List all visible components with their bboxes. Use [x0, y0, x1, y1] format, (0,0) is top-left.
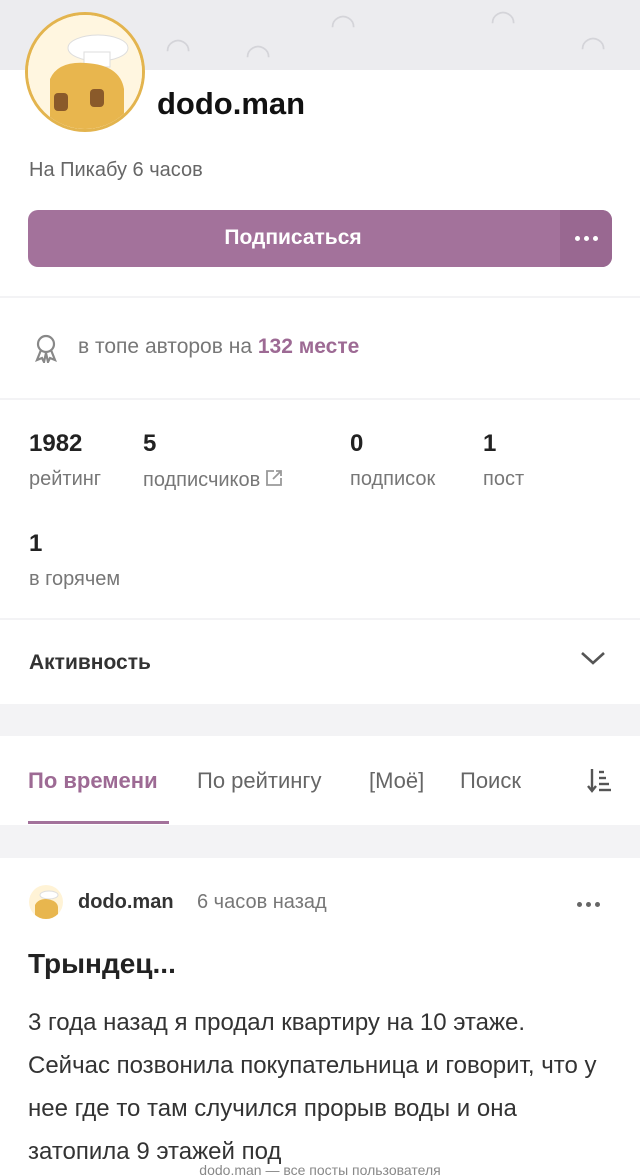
post-author-avatar[interactable]	[29, 885, 63, 919]
post-time: 6 часов назад	[197, 891, 327, 913]
active-tab-indicator	[28, 821, 169, 824]
rank-place: 132 месте	[257, 335, 360, 358]
posts-label: пост	[483, 468, 525, 490]
subscribers-label: подписчиков	[143, 469, 261, 491]
posts-value: 1	[483, 430, 497, 457]
subscribe-button[interactable]: Подписаться	[28, 210, 612, 267]
profile-stats: 1982 рейтинг 5 подписчиков 0 подписок 1 …	[0, 400, 640, 618]
subscriptions-label: подписок	[350, 468, 436, 490]
award-ribbon-icon	[32, 333, 60, 368]
tab-mine[interactable]: [Моё]	[369, 768, 424, 794]
avatar[interactable]	[25, 12, 145, 132]
post-author[interactable]: dodo.man	[78, 891, 174, 914]
post-title[interactable]: Трындец...	[28, 948, 176, 980]
subscriptions-value: 0	[350, 430, 364, 457]
chevron-down-icon	[580, 650, 606, 671]
activity-label: Активность	[29, 651, 151, 674]
hot-value: 1	[29, 530, 43, 557]
post-more-icon[interactable]	[577, 902, 600, 907]
stat-rating: 1982 рейтинг	[29, 430, 101, 491]
activity-toggle[interactable]: Активность	[0, 620, 640, 704]
username: dodo.man	[157, 86, 306, 121]
hot-label: в горячем	[29, 568, 121, 590]
tab-search[interactable]: Поиск	[460, 768, 521, 794]
stat-subscriptions[interactable]: 0 подписок	[350, 430, 435, 491]
rating-value: 1982	[29, 430, 83, 457]
tab-by-time[interactable]: По времени	[28, 768, 158, 794]
footer-text: dodo.man — все посты пользователя	[199, 1162, 441, 1176]
stat-posts: 1 пост	[483, 430, 524, 491]
post-body: 3 года назад я продал квартиру на 10 эта…	[28, 1009, 597, 1165]
tab-by-rating[interactable]: По рейтингу	[197, 768, 321, 794]
stat-hot: 1 в горячем	[29, 530, 120, 591]
subscribe-label: Подписаться	[224, 226, 362, 249]
rating-label: рейтинг	[29, 468, 102, 490]
subscribers-value: 5	[143, 430, 157, 457]
sort-icon[interactable]	[585, 766, 613, 799]
external-link-icon[interactable]	[264, 468, 284, 494]
more-dots-icon[interactable]	[560, 210, 612, 267]
post-tabs: По времени По рейтингу [Моё] Поиск	[0, 736, 640, 825]
post-card[interactable]: dodo.man 6 часов назад Трындец... 3 года…	[0, 858, 640, 1176]
stat-subscribers[interactable]: 5 подписчиков	[143, 430, 284, 494]
member-since: На Пикабу 6 часов	[29, 159, 203, 181]
rank-prefix: в топе авторов на	[78, 335, 252, 358]
author-rank: в топе авторов на 132 месте	[0, 298, 640, 398]
